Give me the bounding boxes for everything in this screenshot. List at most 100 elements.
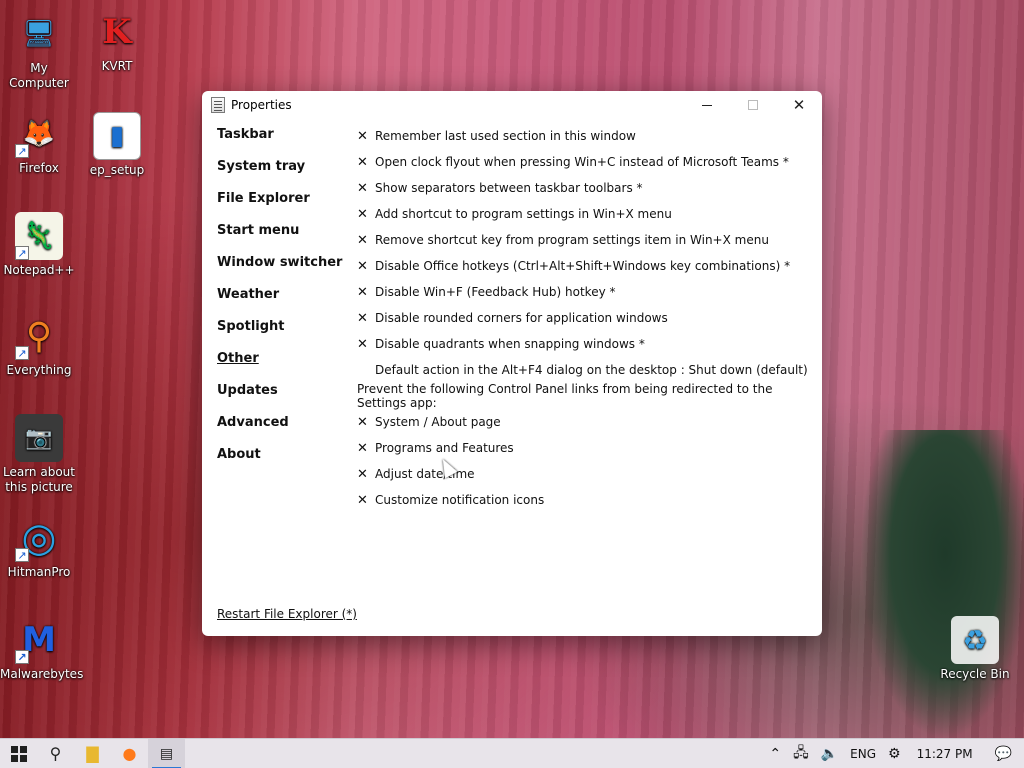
disabled-x-icon: ✕ [357,180,368,196]
desktop-icon-notepadpp[interactable]: 🦎 ↗ Notepad++ [0,212,78,278]
close-button[interactable]: ✕ [776,91,822,119]
option-notification-icons[interactable]: ✕ Customize notification icons [357,487,812,513]
option-toolbar-separators[interactable]: ✕ Show separators between taskbar toolbar… [357,175,812,201]
nav-updates[interactable]: Updates [217,383,352,415]
option-label: Programs and Features [375,441,514,455]
nav-about[interactable]: About [217,447,352,479]
option-label: Default action in the Alt+F4 dialog on t… [375,363,808,377]
taskbar-properties[interactable]: ▤ [148,738,185,768]
desktop-icon-hitmanpro[interactable]: ◎ ↗ HitmanPro [0,514,78,580]
option-clock-flyout[interactable]: ✕ Open clock flyout when pressing Win+C i… [357,149,812,175]
option-adjust-date-time[interactable]: ✕ Adjust date/time [357,461,812,487]
desktop-icon-label: Firefox [19,161,59,175]
system-tray: ⌃ 🖧 🔈 ENG ⚙ 11:27 PM 💬 [763,739,1024,768]
desktop-icon-everything[interactable]: ⚲ ↗ Everything [0,312,78,378]
desktop-icon-malwarebytes[interactable]: M ↗ Malwarebytes [0,616,84,682]
desktop-icon-label: My Computer [9,61,69,90]
disabled-x-icon: ✕ [357,310,368,326]
search-icon: ⚲ ↗ [15,312,63,360]
title-bar[interactable]: Properties ✕ [202,91,822,119]
nav-window-switcher[interactable]: Window switcher [217,255,352,287]
setup-icon: ▮ [93,112,141,160]
network-icon[interactable]: 🖧 [787,739,815,768]
restart-explorer-link[interactable]: Restart File Explorer (*) [217,607,357,621]
nav-taskbar[interactable]: Taskbar [217,127,352,159]
folder-icon: ▇ [86,744,99,763]
option-label: Disable Office hotkeys (Ctrl+Alt+Shift+W… [375,259,791,273]
disabled-x-icon: ✕ [357,258,368,274]
disabled-x-icon: ✕ [357,414,368,430]
option-snap-quadrants[interactable]: ✕ Disable quadrants when snapping windows… [357,331,812,357]
option-label: Disable rounded corners for application … [375,311,668,325]
nav-system-tray[interactable]: System tray [217,159,352,191]
option-feedback-hub-hotkey[interactable]: ✕ Disable Win+F (Feedback Hub) hotkey * [357,279,812,305]
taskbar-firefox[interactable]: ● [111,739,148,768]
shortcut-arrow-icon: ↗ [15,650,29,664]
redirect-section-heading: Prevent the following Control Panel link… [357,382,773,410]
taskbar-file-explorer[interactable]: ▇ [74,739,111,768]
option-label: Customize notification icons [375,493,545,507]
nav-start-menu[interactable]: Start menu [217,223,352,255]
gear-icon[interactable]: ⚙ [882,739,907,768]
option-programs-features[interactable]: ✕ Programs and Features [357,435,812,461]
notification-center-icon[interactable]: 💬 [983,739,1024,768]
taskbar-search-button[interactable]: ⚲ [37,739,74,768]
shortcut-arrow-icon: ↗ [15,548,29,562]
disabled-x-icon: ✕ [357,440,368,456]
chevron-up-icon[interactable]: ⌃ [763,739,787,768]
volume-icon[interactable]: 🔈 [815,739,844,768]
desktop-icon-my-computer[interactable]: 🖥 My Computer [0,10,78,91]
nav-advanced[interactable]: Advanced [217,415,352,447]
nav-spotlight[interactable]: Spotlight [217,319,352,351]
maximize-button[interactable] [730,91,776,119]
start-button[interactable] [0,739,37,768]
nav-weather[interactable]: Weather [217,287,352,319]
maximize-icon [748,100,758,110]
nav-file-explorer[interactable]: File Explorer [217,191,352,223]
disabled-x-icon: ✕ [357,284,368,300]
desktop-icon-label: Malwarebytes [0,667,84,681]
properties-window: Properties ✕ Taskbar System tray File Ex… [202,91,822,636]
kvrt-icon: K [102,11,132,52]
minimize-button[interactable] [684,91,730,119]
malwarebytes-icon: M ↗ [15,616,63,664]
shortcut-arrow-icon: ↗ [15,246,29,260]
desktop-icon-label: Recycle Bin [940,667,1010,681]
desktop-icon-firefox[interactable]: 🦊 ↗ Firefox [0,110,78,176]
window-title: Properties [231,98,292,112]
notepadpp-icon: 🦎 ↗ [15,212,63,260]
desktop-icon-recycle-bin[interactable]: ♻ Recycle Bin [936,616,1014,682]
clock[interactable]: 11:27 PM [907,739,983,768]
minimize-icon [702,104,712,106]
close-icon: ✕ [792,96,806,114]
desktop-icon-learn-about-picture[interactable]: 📷 Learn about this picture [0,414,78,495]
desktop-icon-label: Learn about this picture [3,465,75,494]
option-label: System / About page [375,415,501,429]
disabled-x-icon: ✕ [357,492,368,508]
desktop-icon-label: KVRT [101,59,133,73]
desktop-icon-kvrt[interactable]: K KVRT [78,8,156,74]
language-indicator[interactable]: ENG [844,739,882,768]
option-rounded-corners[interactable]: ✕ Disable rounded corners for application… [357,305,812,331]
disabled-x-icon: ✕ [357,466,368,482]
option-remove-shortcut-key[interactable]: ✕ Remove shortcut key from program settin… [357,227,812,253]
desktop-icon-label: Notepad++ [3,263,75,277]
taskbar: ⚲ ▇ ● ▤ ⌃ 🖧 🔈 ENG ⚙ 11:27 PM 💬 [0,738,1024,768]
shortcut-arrow-icon: ↗ [15,144,29,158]
desktop-icon-label: ep_setup [89,163,145,177]
disabled-x-icon: ✕ [357,128,368,144]
desktop-icon-label: HitmanPro [7,565,71,579]
desktop-icon-label: Everything [6,363,72,377]
recycle-bin-icon: ♻ [951,616,999,664]
option-winx-shortcut[interactable]: ✕ Add shortcut to program settings in Win… [357,201,812,227]
nav-other[interactable]: Other [217,351,352,383]
disabled-x-icon: ✕ [357,336,368,352]
option-office-hotkeys[interactable]: ✕ Disable Office hotkeys (Ctrl+Alt+Shift+… [357,253,812,279]
search-icon: ⚲ [49,744,62,763]
option-remember-section[interactable]: ✕ Remember last used section in this wind… [357,123,812,149]
option-system-about-page[interactable]: ✕ System / About page [357,409,812,435]
monitor-icon: 🖥 [22,18,56,49]
desktop-icon-ep-setup[interactable]: ▮ ep_setup [78,112,156,178]
properties-app-icon: ▤ [159,745,174,762]
option-altf4-default-action[interactable]: Default action in the Alt+F4 dialog on t… [357,357,812,383]
